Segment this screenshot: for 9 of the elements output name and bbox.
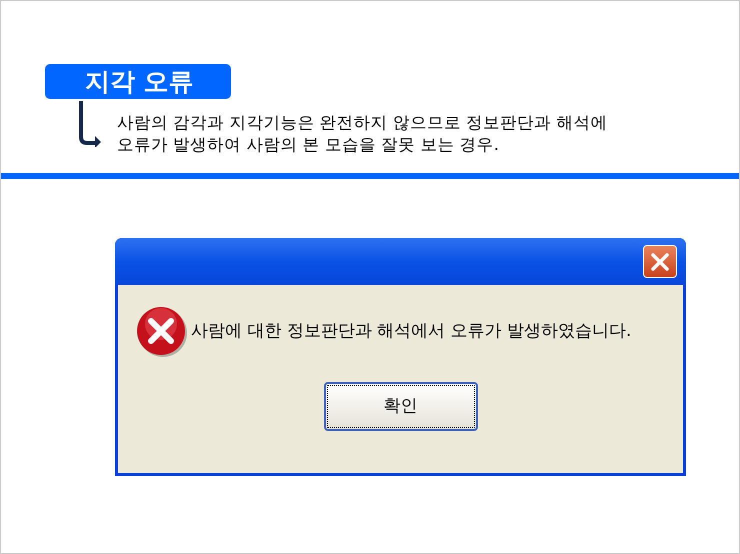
description-line: 오류가 발생하여 사람의 본 모습을 잘못 보는 경우. [117,134,500,156]
description-line: 사람의 감각과 지각기능은 완전하지 않으므로 정보판단과 해석에 [117,112,608,134]
arrow-icon [79,101,101,147]
error-icon [136,306,188,358]
close-icon [651,252,669,270]
error-message: 사람에 대한 정보판단과 해석에서 오류가 발생하였습니다. [191,320,632,344]
section-title: 지각 오류 [45,64,231,99]
ok-button[interactable]: 확인 [324,382,478,431]
close-button[interactable] [643,245,677,278]
